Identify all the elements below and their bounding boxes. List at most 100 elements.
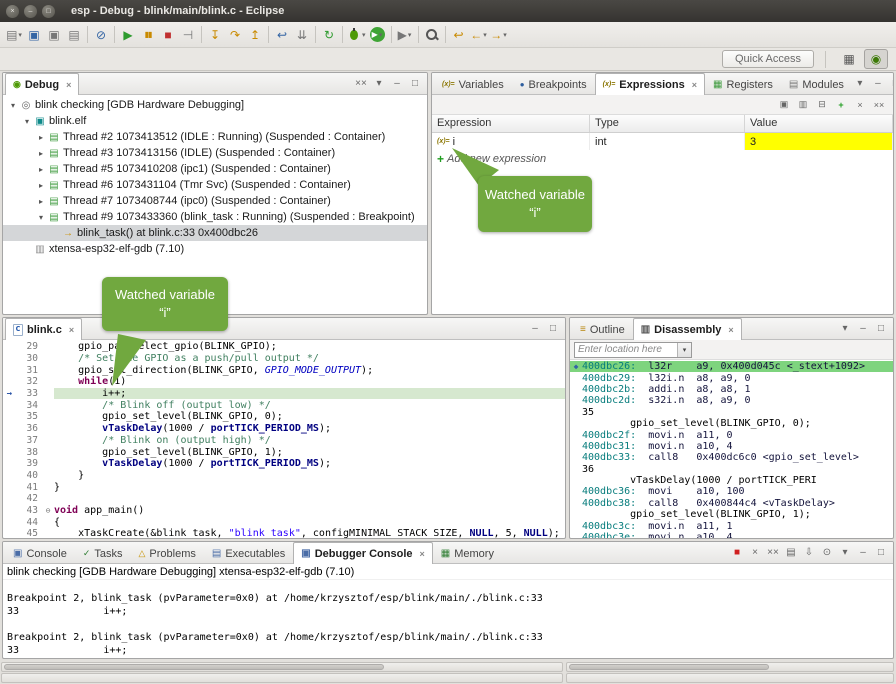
external-tools-icon[interactable]: ▶▾: [396, 26, 414, 44]
search-icon[interactable]: [423, 26, 441, 44]
editor-line[interactable]: 41}: [3, 481, 565, 493]
view-tab-debugger-console[interactable]: ▣Debugger Console×: [293, 542, 433, 564]
debug-tree-item[interactable]: ▾▤Thread #9 1073433360 (blink_task : Run…: [3, 209, 427, 225]
maximize-icon[interactable]: □: [545, 321, 561, 337]
debug-tree-item[interactable]: ▾◎blink checking [GDB Hardware Debugging…: [3, 97, 427, 113]
combo-dropdown-icon[interactable]: [677, 343, 691, 357]
restart-icon[interactable]: ↻: [320, 26, 338, 44]
editor-line[interactable]: →33 i++;: [3, 388, 565, 400]
minimize-icon[interactable]: –: [389, 76, 405, 92]
disassembly-line[interactable]: 400dbc33: call8 0x400dc6c0 <gpio_set_lev…: [570, 452, 893, 463]
debug-tree-item[interactable]: ▥xtensa-esp32-elf-gdb (7.10): [3, 241, 427, 257]
editor-line[interactable]: 37 /* Blink on (output high) */: [3, 435, 565, 447]
tree-collapsed-icon[interactable]: ▸: [35, 181, 47, 190]
close-tab-icon[interactable]: ×: [69, 325, 74, 335]
editor-line[interactable]: 43⊖void app_main(): [3, 505, 565, 517]
suspend-icon[interactable]: ▮▮: [139, 26, 157, 44]
remove-launch-icon[interactable]: ×: [747, 545, 763, 561]
disassembly-lines[interactable]: ◆400dbc26: l32r a9, 0x400d045c <_stext+1…: [570, 360, 893, 538]
tree-expanded-icon[interactable]: ▾: [21, 117, 33, 126]
scrollbar-thumb[interactable]: [4, 664, 384, 670]
step-return-icon[interactable]: ↥: [246, 26, 264, 44]
show-logical-structure-icon[interactable]: ▥: [795, 97, 811, 113]
debug-icon[interactable]: ▾: [347, 26, 366, 44]
minimize-icon[interactable]: –: [527, 321, 543, 337]
disassembly-line[interactable]: 400dbc29: l32i.n a8, a9, 0: [570, 372, 893, 383]
tree-collapsed-icon[interactable]: ▸: [35, 197, 47, 206]
column-header-expression[interactable]: Expression: [432, 115, 590, 132]
view-tab-breakpoints[interactable]: ●Breakpoints: [512, 74, 595, 94]
disassembly-line[interactable]: 400dbc2d: s32i.n a8, a9, 0: [570, 395, 893, 406]
add-expression-icon[interactable]: +: [833, 97, 849, 113]
location-combo[interactable]: Enter location here: [574, 342, 692, 358]
column-header-type[interactable]: Type: [590, 115, 745, 132]
editor-line[interactable]: 39 vTaskDelay(1000 / portTICK_PERIOD_MS)…: [3, 458, 565, 470]
maximize-icon[interactable]: □: [873, 321, 889, 337]
close-tab-icon[interactable]: ×: [420, 549, 425, 559]
close-button[interactable]: ×: [6, 5, 19, 18]
quick-access-button[interactable]: Quick Access: [722, 50, 814, 68]
view-tab-memory[interactable]: ▦Memory: [433, 543, 502, 563]
debug-tree-item[interactable]: ▸▤Thread #3 1073413156 (IDLE) (Suspended…: [3, 145, 427, 161]
last-edit-location-icon[interactable]: ↩: [450, 26, 468, 44]
disassembly-line[interactable]: 400dbc36: movi a10, 100: [570, 486, 893, 497]
tree-expanded-icon[interactable]: ▾: [7, 101, 19, 110]
disassembly-line[interactable]: 400dbc38: call8 0x400844c4 <vTaskDelay>: [570, 498, 893, 509]
editor-line[interactable]: 32 while(1): [3, 376, 565, 388]
expression-value-cell[interactable]: 3: [745, 133, 893, 150]
editor-line[interactable]: 36 vTaskDelay(1000 / portTICK_PERIOD_MS)…: [3, 423, 565, 435]
disassembly-line[interactable]: gpio_set_level(BLINK_GPIO, 1);: [570, 509, 893, 520]
resume-icon[interactable]: ▶: [119, 26, 137, 44]
tree-collapsed-icon[interactable]: ▸: [35, 133, 47, 142]
tree-collapsed-icon[interactable]: ▸: [35, 165, 47, 174]
debug-tree-item[interactable]: ▸▤Thread #5 1073410208 (ipc1) (Suspended…: [3, 161, 427, 177]
collapse-all-icon[interactable]: ⊟: [814, 97, 830, 113]
minimize-icon[interactable]: –: [855, 321, 871, 337]
maximize-icon[interactable]: □: [888, 76, 894, 92]
disassembly-line[interactable]: ◆400dbc26: l32r a9, 0x400d045c <_stext+1…: [570, 361, 893, 372]
minimize-icon[interactable]: –: [855, 545, 871, 561]
editor-line[interactable]: 34 /* Blink off (output low) */: [3, 399, 565, 411]
disassembly-line[interactable]: 400dbc3c: movi.n a11, 1: [570, 520, 893, 531]
editor-line[interactable]: 40 }: [3, 470, 565, 482]
disassembly-line[interactable]: 400dbc2b: addi.n a8, a8, 1: [570, 384, 893, 395]
back-icon[interactable]: ←▾: [470, 26, 488, 44]
debug-tree-item[interactable]: ▸▤Thread #6 1073431104 (Tmr Svc) (Suspen…: [3, 177, 427, 193]
new-wizard-icon[interactable]: ▤▾: [5, 26, 23, 44]
view-tab-tasks[interactable]: ✓Tasks: [75, 543, 131, 563]
remove-all-terminated-icon[interactable]: ××: [353, 76, 369, 92]
clear-console-icon[interactable]: ▤: [783, 545, 799, 561]
skip-all-breakpoints-icon[interactable]: ⊘: [92, 26, 110, 44]
open-perspective-button[interactable]: ▦: [837, 49, 861, 69]
debug-tree-item[interactable]: ▸▤Thread #7 1073408744 (ipc0) (Suspended…: [3, 193, 427, 209]
remove-all-expressions-icon[interactable]: ××: [871, 97, 887, 113]
editor-line[interactable]: 29 gpio_pad_select_gpio(BLINK_GPIO);: [3, 341, 565, 353]
view-menu-icon[interactable]: ▾: [852, 76, 868, 92]
debug-tree-item[interactable]: ▸▤Thread #2 1073413512 (IDLE : Running) …: [3, 129, 427, 145]
location-input[interactable]: Enter location here: [575, 344, 677, 355]
terminate-icon[interactable]: ■: [159, 26, 177, 44]
scrollbar-thumb[interactable]: [569, 664, 769, 670]
debug-tree-item[interactable]: →blink_task() at blink.c:33 0x400dbc26: [3, 225, 427, 241]
pin-console-icon[interactable]: ⊙: [819, 545, 835, 561]
view-tab-registers[interactable]: ▦Registers: [705, 74, 781, 94]
tree-expanded-icon[interactable]: ▾: [35, 213, 47, 222]
forward-icon[interactable]: →▾: [490, 26, 508, 44]
editor-line[interactable]: 38 gpio_set_level(BLINK_GPIO, 1);: [3, 446, 565, 458]
maximize-icon[interactable]: □: [873, 545, 889, 561]
maximize-icon[interactable]: □: [407, 76, 423, 92]
disassembly-line[interactable]: 400dbc3e: movi.n a10, 4: [570, 532, 893, 538]
view-tab-problems[interactable]: △Problems: [130, 543, 203, 563]
editor-line[interactable]: 42: [3, 493, 565, 505]
view-tab-console[interactable]: ▣Console: [5, 543, 75, 563]
view-menu-icon[interactable]: ▾: [371, 76, 387, 92]
view-tab-outline[interactable]: ≡Outline: [572, 319, 633, 339]
view-tab-executables[interactable]: ▤Executables: [204, 543, 293, 563]
editor-line[interactable]: 35 gpio_set_level(BLINK_GPIO, 0);: [3, 411, 565, 423]
terminate-icon[interactable]: ■: [729, 545, 745, 561]
disassembly-line[interactable]: 35: [570, 407, 893, 418]
drop-to-frame-icon[interactable]: ↩: [273, 26, 291, 44]
debug-perspective-button[interactable]: ◉: [864, 49, 888, 69]
horizontal-scrollbar[interactable]: [566, 662, 894, 672]
view-tab-expressions[interactable]: (x)=Expressions×: [595, 73, 705, 95]
